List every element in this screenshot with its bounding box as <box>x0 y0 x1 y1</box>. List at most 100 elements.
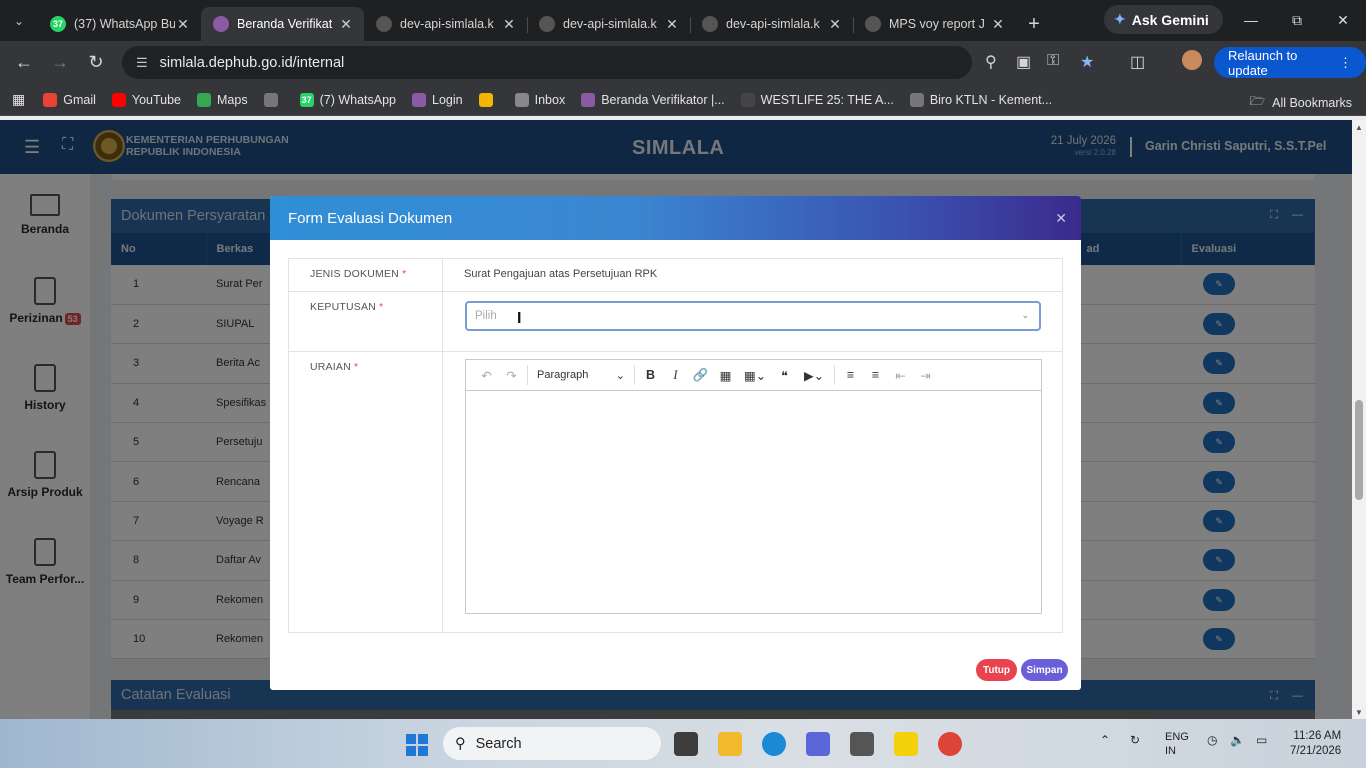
bookmark-item[interactable]: Gmail <box>43 92 96 107</box>
bold-icon[interactable]: B <box>638 368 663 382</box>
link-icon[interactable]: 🔗 <box>688 368 713 383</box>
browser-toolbar: ← → ↻ ☰ simlala.dephub.go.id/internal ⚲ … <box>0 41 1366 84</box>
sync-icon[interactable]: ↻ <box>1130 733 1140 747</box>
back-button[interactable]: ← <box>6 45 42 81</box>
bookmark-item[interactable]: Inbox <box>514 92 565 107</box>
tab-title: dev-api-simlala.k <box>400 17 494 31</box>
keputusan-label: KEPUTUSAN * <box>289 292 443 351</box>
tab-close-icon[interactable]: ✕ <box>338 16 354 33</box>
tab-close-icon[interactable]: ✕ <box>175 16 191 33</box>
all-bookmarks-button[interactable]: 🗁 All Bookmarks <box>1250 92 1352 113</box>
bookmark-item[interactable]: WESTLIFE 25: THE A... <box>740 92 894 107</box>
bookmark-item[interactable]: Login <box>412 92 463 107</box>
bookmark-item[interactable]: Biro KTLN - Kement... <box>909 92 1052 107</box>
paragraph-style-dropdown[interactable]: Paragraph ⌄ <box>531 369 631 382</box>
browser-tab[interactable]: dev-api-simlala.k ✕ <box>364 7 527 41</box>
insert-media-icon[interactable]: ▶⌄ <box>797 368 831 383</box>
tab-search-icon[interactable]: ⌄ <box>0 0 38 41</box>
bookmark-item[interactable]: Beranda Verifikator |... <box>581 92 725 107</box>
ask-gemini-button[interactable]: ✦ Ask Gemini <box>1104 5 1223 34</box>
tab-favicon-icon <box>539 16 555 32</box>
relaunch-button[interactable]: Relaunch to update ⋮ <box>1214 47 1366 78</box>
editor-content-area[interactable] <box>466 391 1041 613</box>
file-explorer-icon[interactable] <box>718 732 742 756</box>
restore-button[interactable]: ⧉ <box>1274 0 1320 40</box>
chevron-down-icon: ⌄ <box>1021 310 1029 320</box>
close-icon[interactable]: ✕ <box>1055 210 1067 227</box>
tab-close-icon[interactable]: ✕ <box>827 16 843 33</box>
forward-button[interactable]: → <box>42 45 78 81</box>
bookmark-item[interactable]: Maps <box>197 92 248 107</box>
text-cursor-icon: I <box>517 310 522 327</box>
new-tab-button[interactable]: + <box>1016 7 1052 41</box>
browser-tab[interactable]: dev-api-simlala.k ✕ <box>690 7 853 41</box>
tab-close-icon[interactable]: ✕ <box>990 16 1006 33</box>
reload-button[interactable]: ↻ <box>78 45 114 81</box>
insert-image-icon[interactable]: ▦ <box>713 368 738 383</box>
bookmark-favicon-icon <box>581 92 596 107</box>
tab-close-icon[interactable]: ✕ <box>501 16 517 33</box>
chevron-down-icon: ⌄ <box>615 369 625 382</box>
password-key-icon[interactable]: ⚿ <box>1047 52 1059 70</box>
browser-tab[interactable]: Beranda Verifikat ✕ <box>201 7 364 41</box>
simpan-button[interactable]: Simpan <box>1021 659 1068 681</box>
language-indicator[interactable]: ENG IN <box>1165 730 1189 758</box>
bookmark-favicon-icon <box>740 92 755 107</box>
windows-start-icon[interactable] <box>406 734 428 756</box>
task-view-icon[interactable] <box>674 732 698 756</box>
browser-tab[interactable]: dev-api-simlala.k ✕ <box>527 7 690 41</box>
keputusan-select[interactable]: Pilih ⌄ <box>465 301 1041 331</box>
site-info-icon[interactable]: ☰ <box>136 55 148 71</box>
browser-tab[interactable]: MPS voy report J ✕ <box>853 7 1016 41</box>
camera-icon[interactable] <box>850 732 874 756</box>
install-app-icon[interactable]: ▣ <box>1016 52 1031 72</box>
bulleted-list-icon[interactable]: ≡ <box>838 368 863 382</box>
minimize-button[interactable]: — <box>1228 0 1274 40</box>
edge-icon[interactable] <box>762 732 786 756</box>
extensions-icon[interactable]: ◫ <box>1130 52 1145 72</box>
close-window-button[interactable]: ✕ <box>1320 0 1366 40</box>
tab-favicon-icon <box>376 16 392 32</box>
chrome-icon[interactable] <box>938 732 962 756</box>
volume-icon[interactable]: 🔈 <box>1230 733 1245 747</box>
more-menu-icon[interactable]: ⋮ <box>1339 55 1352 71</box>
tab-title: MPS voy report J <box>889 17 985 31</box>
show-hidden-icons[interactable]: ⌃ <box>1100 733 1110 747</box>
zoom-icon[interactable]: ⚲ <box>985 52 997 72</box>
browser-tab[interactable]: 37 (37) WhatsApp Bu ✕ <box>38 7 201 41</box>
taskbar-search[interactable]: ⚲ Search <box>443 727 661 760</box>
outdent-icon[interactable]: ⇤ <box>888 368 913 383</box>
url-text: simlala.dephub.go.id/internal <box>159 54 345 71</box>
system-clock[interactable]: 11:26 AM 7/21/2026 <box>1290 729 1341 759</box>
sticky-notes-icon[interactable] <box>894 732 918 756</box>
tutup-button[interactable]: Tutup <box>976 659 1017 681</box>
modal-header: Form Evaluasi Dokumen ✕ <box>270 196 1081 240</box>
bookmark-favicon-icon <box>111 92 126 107</box>
bookmark-item[interactable]: YouTube <box>111 92 181 107</box>
page-scrollbar[interactable]: ▲ ▼ <box>1352 120 1366 719</box>
bookmark-item[interactable] <box>478 92 499 107</box>
italic-icon[interactable]: I <box>663 368 688 383</box>
evaluation-form-modal: Form Evaluasi Dokumen ✕ JENIS DOKUMEN * … <box>270 196 1081 690</box>
wifi-icon[interactable]: ◷ <box>1207 733 1217 747</box>
indent-icon[interactable]: ⇥ <box>913 368 938 383</box>
copilot-icon[interactable] <box>806 732 830 756</box>
blockquote-icon[interactable]: ❝ <box>772 368 797 383</box>
bookmark-item[interactable]: 37 (7) WhatsApp <box>299 92 396 107</box>
bookmark-item[interactable] <box>263 92 284 107</box>
undo-icon[interactable]: ↶ <box>474 368 499 383</box>
scroll-down-icon[interactable]: ▼ <box>1355 708 1363 717</box>
profile-avatar[interactable] <box>1182 50 1202 70</box>
bookmark-favicon-icon <box>197 92 212 107</box>
insert-table-icon[interactable]: ▦⌄ <box>738 368 772 383</box>
battery-icon[interactable]: ▭ <box>1256 733 1267 747</box>
bookmark-star-icon[interactable]: ★ <box>1080 52 1094 72</box>
jenis-dokumen-value: Surat Pengajuan atas Persetujuan RPK <box>464 268 658 280</box>
apps-grid-icon[interactable]: ▦ <box>12 91 25 108</box>
address-bar[interactable]: ☰ simlala.dephub.go.id/internal <box>122 46 972 79</box>
numbered-list-icon[interactable]: ≡ <box>863 368 888 382</box>
scrollbar-thumb[interactable] <box>1355 400 1363 500</box>
redo-icon[interactable]: ↷ <box>499 368 524 383</box>
scroll-up-icon[interactable]: ▲ <box>1355 123 1363 132</box>
tab-close-icon[interactable]: ✕ <box>664 16 680 33</box>
